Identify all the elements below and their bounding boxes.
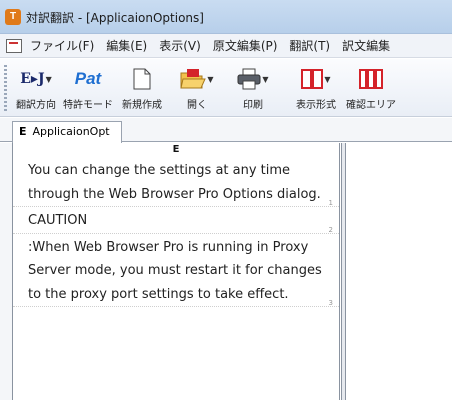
display-format-label: 表示形式: [296, 100, 336, 111]
tab-applicaion-options[interactable]: E ApplicaionOpt: [12, 121, 122, 143]
print-label: 印刷: [243, 100, 263, 111]
patent-mode-label: 特許モード: [63, 100, 113, 111]
document-menu-icon[interactable]: [6, 38, 22, 53]
source-text-pane[interactable]: E You can change the settings at any tim…: [12, 143, 340, 400]
translation-direction-icon: E▸J ▼: [20, 71, 52, 87]
segment-text: CAUTION: [28, 213, 88, 228]
menu-file[interactable]: ファイル(F): [30, 37, 94, 54]
open-folder-icon: ▼: [180, 65, 214, 93]
text-segment[interactable]: CAUTION 2: [13, 207, 339, 234]
segment-number: 2: [328, 225, 333, 234]
new-document-icon: [125, 65, 159, 93]
patent-mode-icon: Pat: [74, 69, 102, 88]
open-label: 開く: [187, 100, 207, 111]
segment-text: You can change the settings at any time …: [28, 163, 321, 202]
print-button[interactable]: ▼ 印刷: [226, 63, 280, 113]
new-document-label: 新規作成: [122, 100, 162, 111]
menu-bar: ファイル(F) 編集(E) 表示(V) 原文編集(P) 翻訳(T) 訳文編集: [0, 34, 452, 58]
toolbar: E▸J ▼ 翻訳方向 Pat 特許モード 新規作成 ▼ 開く ▼ 印刷 ▼ 表示形…: [0, 59, 452, 117]
title-bar: T 対訳翻訳 - [ApplicaionOptions]: [0, 0, 452, 34]
confirm-area-button[interactable]: 確認エリア: [342, 63, 400, 113]
patent-mode-button[interactable]: Pat 特許モード: [60, 63, 116, 113]
confirm-area-label: 確認エリア: [346, 100, 396, 111]
menu-source-edit[interactable]: 原文編集(P): [213, 37, 278, 54]
target-text-pane[interactable]: [346, 143, 452, 400]
new-document-button[interactable]: 新規作成: [116, 63, 168, 113]
text-segment[interactable]: :When Web Browser Pro is running in Prox…: [13, 234, 339, 307]
document-tab-strip: E ApplicaionOpt: [0, 118, 452, 143]
window-title: 対訳翻訳 - [ApplicaionOptions]: [26, 11, 204, 25]
tab-label: ApplicaionOpt: [32, 125, 110, 138]
toolbar-grip[interactable]: [4, 65, 7, 111]
tab-language-marker: E: [19, 125, 27, 138]
display-format-button[interactable]: ▼ 表示形式: [286, 63, 346, 113]
text-segment[interactable]: You can change the settings at any time …: [13, 157, 339, 207]
app-icon: T: [5, 9, 21, 25]
segment-number: 3: [328, 299, 333, 307]
segment-number: 1: [328, 199, 333, 207]
printer-icon: ▼: [236, 65, 270, 93]
menu-translate[interactable]: 翻訳(T): [289, 37, 330, 54]
translation-direction-label: 翻訳方向: [16, 100, 56, 111]
menu-target-edit[interactable]: 訳文編集: [342, 37, 390, 54]
translation-direction-button[interactable]: E▸J ▼ 翻訳方向: [8, 63, 64, 113]
segment-text: :When Web Browser Pro is running in Prox…: [28, 239, 322, 302]
confirm-area-icon: [354, 65, 388, 93]
menu-view[interactable]: 表示(V): [159, 37, 201, 54]
display-format-icon: ▼: [299, 65, 333, 93]
menu-edit[interactable]: 編集(E): [106, 37, 147, 54]
open-button[interactable]: ▼ 開く: [176, 63, 218, 113]
pane-language-header: E: [172, 144, 180, 155]
left-margin: [0, 143, 12, 400]
